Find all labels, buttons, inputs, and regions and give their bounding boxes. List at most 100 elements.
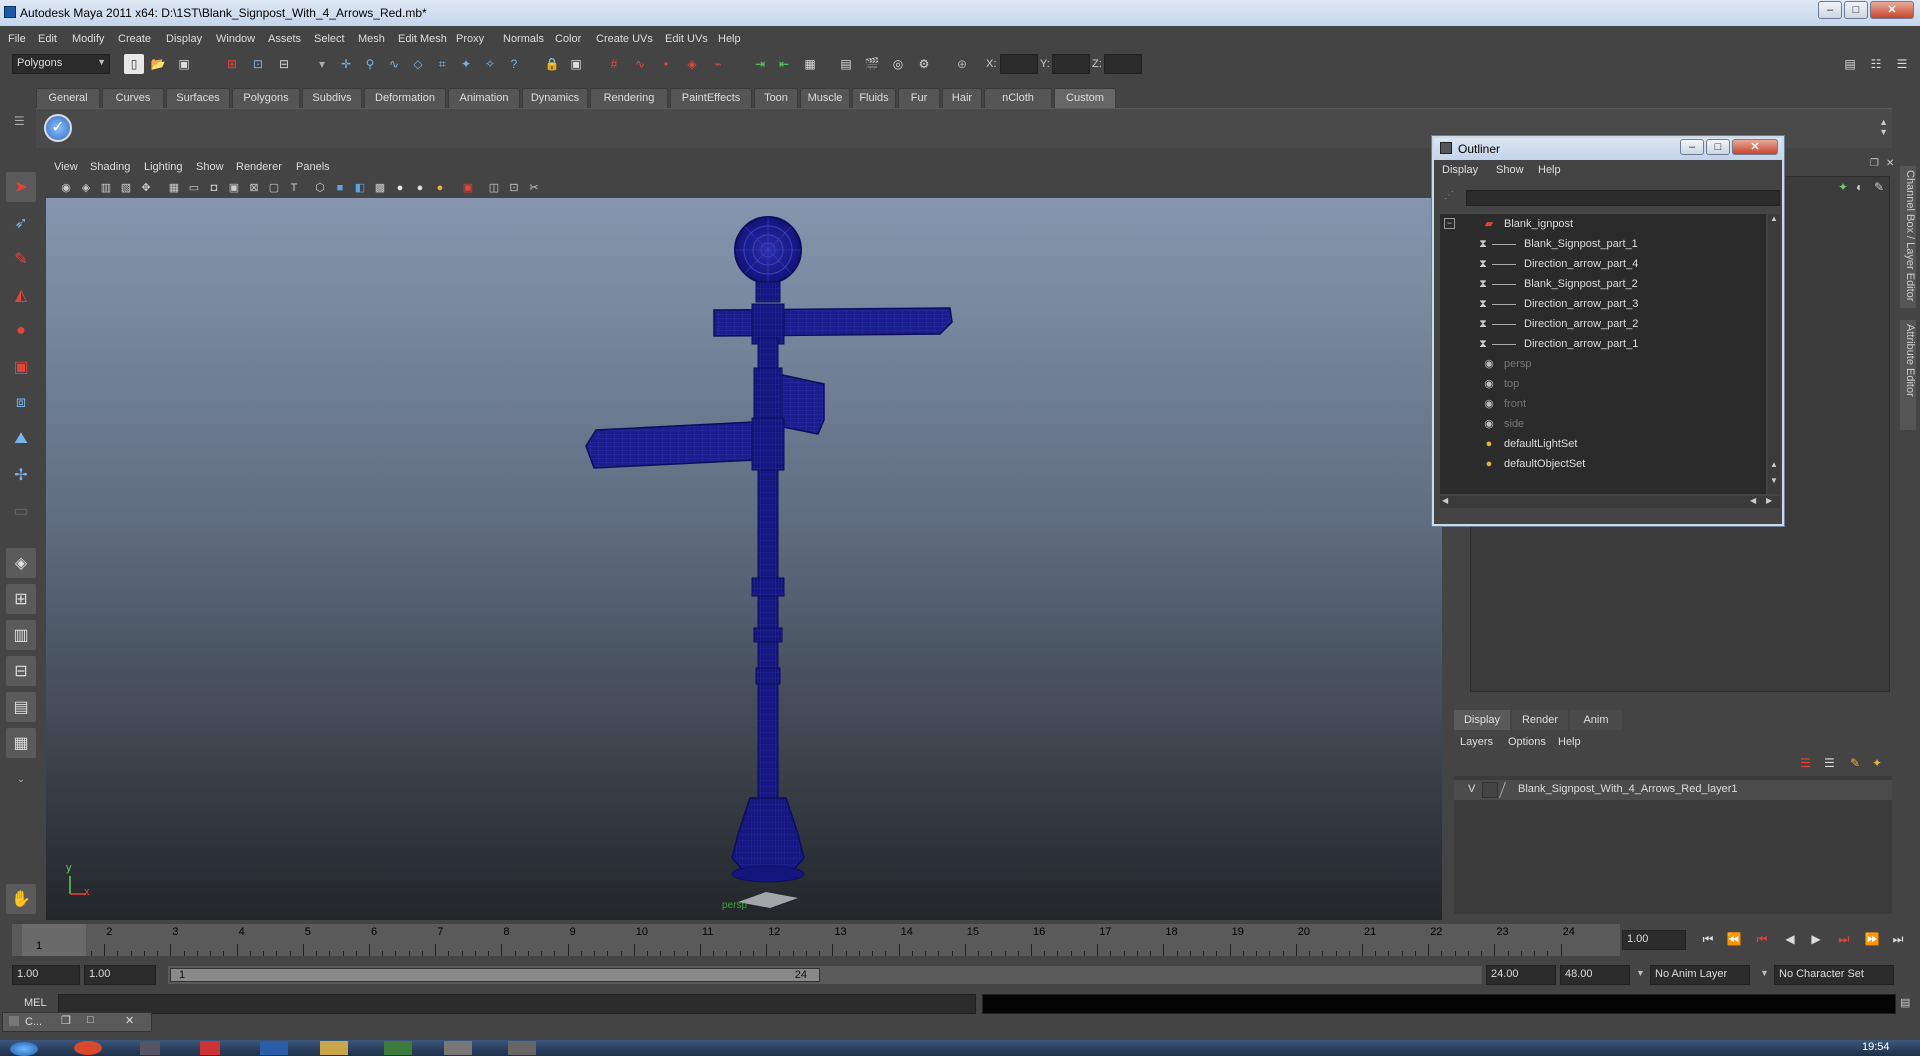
menu-edit-uvs[interactable]: Edit UVs bbox=[665, 33, 708, 45]
step-back-key-icon[interactable]: ⏮ bbox=[1752, 932, 1772, 950]
universal-manipulator-icon[interactable]: ⧈ bbox=[6, 388, 36, 418]
make-live-icon[interactable]: ⌁ bbox=[708, 54, 728, 74]
shelf-tab-subdivs[interactable]: Subdivs bbox=[302, 88, 362, 108]
bookmarks-icon[interactable]: ▥ bbox=[98, 180, 114, 196]
layer-name[interactable]: Blank_Signpost_With_4_Arrows_Red_layer1 bbox=[1518, 783, 1738, 795]
outliner-row[interactable]: ◉ side bbox=[1440, 414, 1766, 434]
menu-edit[interactable]: Edit bbox=[38, 33, 57, 45]
shelf-tab-ncloth[interactable]: nCloth bbox=[984, 88, 1052, 108]
step-back-frame-icon[interactable]: ⏪ bbox=[1724, 932, 1744, 950]
minimize-button[interactable]: – bbox=[1818, 1, 1842, 19]
viewport-menu-shading[interactable]: Shading bbox=[90, 161, 130, 173]
go-to-start-icon[interactable]: ⏮ bbox=[1698, 932, 1718, 950]
shelf-tab-general[interactable]: General bbox=[36, 88, 100, 108]
snap-to-point-icon[interactable]: • bbox=[656, 54, 676, 74]
wireframe-mode-icon[interactable]: ⬡ bbox=[312, 180, 328, 196]
play-backwards-icon[interactable]: ◀ bbox=[1780, 932, 1800, 950]
outliner-menu-help[interactable]: Help bbox=[1538, 164, 1561, 176]
select-rendering-icon[interactable]: ✧ bbox=[480, 54, 500, 74]
outliner-row[interactable]: ◉ top bbox=[1440, 374, 1766, 394]
shelf-tab-muscle[interactable]: Muscle bbox=[800, 88, 850, 108]
outliner-row[interactable]: ⧗ Direction_arrow_part_4 bbox=[1440, 254, 1766, 274]
layer-color-icon[interactable] bbox=[1499, 782, 1517, 798]
outliner-menu-display[interactable]: Display bbox=[1442, 164, 1478, 176]
isolate-select-icon[interactable]: ▣ bbox=[460, 180, 476, 196]
menu-normals[interactable]: Normals bbox=[503, 33, 544, 45]
wireframe-on-shaded-icon[interactable]: ◧ bbox=[352, 180, 368, 196]
render-settings-icon[interactable]: ⚙ bbox=[914, 54, 934, 74]
shelf-tab-deformation[interactable]: Deformation bbox=[364, 88, 446, 108]
select-deformations-icon[interactable]: ⌗ bbox=[432, 54, 452, 74]
select-curves-icon[interactable]: ∿ bbox=[384, 54, 404, 74]
viewport-menu-renderer[interactable]: Renderer bbox=[236, 161, 282, 173]
transform-mode-icon[interactable]: ⊕ bbox=[952, 54, 972, 74]
maximize-button[interactable]: □ bbox=[1844, 1, 1868, 19]
select-surfaces-icon[interactable]: ◇ bbox=[408, 54, 428, 74]
new-scene-icon[interactable]: ▯ bbox=[124, 54, 144, 74]
shelf-scroll-icon[interactable]: ▲ ▼ bbox=[1879, 117, 1888, 137]
attribute-editor-tab[interactable]: Attribute Editor bbox=[1900, 320, 1916, 430]
layer-menu-layers[interactable]: Layers bbox=[1460, 736, 1493, 748]
rotate-tool-icon[interactable]: ● bbox=[6, 316, 36, 346]
select-misc-icon[interactable]: ? bbox=[504, 54, 524, 74]
scale-tool-icon[interactable]: ▣ bbox=[6, 352, 36, 382]
hotbox-icon[interactable]: ✋ bbox=[6, 884, 36, 914]
menu-mesh[interactable]: Mesh bbox=[358, 33, 385, 45]
minimized-restore-icon[interactable]: ❐ bbox=[61, 1014, 71, 1027]
layer-row[interactable]: V Blank_Signpost_With_4_Arrows_Red_layer… bbox=[1454, 780, 1892, 800]
snap-to-grid-icon[interactable]: # bbox=[604, 54, 624, 74]
select-by-hierarchy-icon[interactable]: ⊞ bbox=[222, 54, 242, 74]
outliner-row[interactable]: ⧗ Blank_Signpost_part_1 bbox=[1440, 234, 1766, 254]
start-button-icon[interactable] bbox=[10, 1042, 38, 1056]
menu-edit-mesh[interactable]: Edit Mesh bbox=[398, 33, 447, 45]
menu-help[interactable]: Help bbox=[718, 33, 741, 45]
outliner-row[interactable]: ◉ front bbox=[1440, 394, 1766, 414]
media-taskbar-icon[interactable] bbox=[508, 1041, 536, 1055]
shelf-tab-hair[interactable]: Hair bbox=[942, 88, 982, 108]
gate-mask-icon[interactable]: ▣ bbox=[226, 180, 242, 196]
minimized-close-icon[interactable]: ✕ bbox=[125, 1014, 134, 1027]
menu-proxy[interactable]: Proxy bbox=[456, 33, 484, 45]
grid-icon[interactable]: ▦ bbox=[166, 180, 182, 196]
move-tool-icon[interactable]: ◭ bbox=[6, 280, 36, 310]
shelf-tab-surfaces[interactable]: Surfaces bbox=[166, 88, 230, 108]
character-set-chevron-icon[interactable]: ▼ bbox=[1760, 968, 1769, 978]
field-chart-icon[interactable]: ⊠ bbox=[246, 180, 262, 196]
safe-title-icon[interactable]: T bbox=[286, 180, 302, 196]
collapse-toggle-icon[interactable]: − bbox=[1444, 218, 1455, 229]
four-view-layout-icon[interactable]: ⊞ bbox=[6, 584, 36, 614]
select-joints-icon[interactable]: ⚲ bbox=[360, 54, 380, 74]
menu-create-uvs[interactable]: Create UVs bbox=[596, 33, 653, 45]
shelf-tab-dynamics[interactable]: Dynamics bbox=[522, 88, 588, 108]
render-view-icon[interactable]: ▤ bbox=[836, 54, 856, 74]
scroll-left-icon[interactable]: ◀ bbox=[1442, 496, 1448, 505]
current-frame-marker[interactable]: 1 bbox=[22, 924, 86, 956]
show-channel-box-icon[interactable]: ☰ bbox=[1892, 54, 1912, 74]
snap-to-curve-icon[interactable]: ∿ bbox=[630, 54, 650, 74]
network-taskbar-icon[interactable] bbox=[140, 1041, 160, 1055]
outliner-maximize-button[interactable]: □ bbox=[1706, 139, 1730, 155]
safe-action-icon[interactable]: ▢ bbox=[266, 180, 282, 196]
soft-modification-icon[interactable]: ⛰ bbox=[6, 424, 36, 454]
save-scene-icon[interactable]: ▣ bbox=[174, 54, 194, 74]
film-gate-icon[interactable]: ▭ bbox=[186, 180, 202, 196]
close-panel-icon[interactable]: ✕ bbox=[1886, 158, 1894, 169]
xray-icon[interactable]: ◫ bbox=[486, 180, 502, 196]
shelf-tab-curves[interactable]: Curves bbox=[102, 88, 164, 108]
shelf-tab-fluids[interactable]: Fluids bbox=[852, 88, 896, 108]
selection-mask-icon[interactable]: ▾ bbox=[312, 54, 332, 74]
viewport-menu-lighting[interactable]: Lighting bbox=[144, 161, 183, 173]
hud-icon[interactable]: ✂ bbox=[526, 180, 542, 196]
filter-icon[interactable]: ⋰ bbox=[1444, 190, 1454, 201]
layer-menu-help[interactable]: Help bbox=[1558, 736, 1581, 748]
play-forwards-icon[interactable]: ▶ bbox=[1806, 932, 1826, 950]
smooth-shade-icon[interactable]: ■ bbox=[332, 180, 348, 196]
render-current-frame-icon[interactable]: 🎬 bbox=[862, 54, 882, 74]
shelf-tab-rendering[interactable]: Rendering bbox=[590, 88, 668, 108]
use-all-lights-icon[interactable]: ● bbox=[392, 180, 408, 196]
single-perspective-layout-icon[interactable]: ◈ bbox=[6, 548, 36, 578]
show-tool-settings-icon[interactable]: ☷ bbox=[1866, 54, 1886, 74]
tab-anim[interactable]: Anim bbox=[1570, 710, 1622, 730]
chrome-taskbar-icon[interactable] bbox=[74, 1041, 102, 1055]
tab-render[interactable]: Render bbox=[1512, 710, 1568, 730]
